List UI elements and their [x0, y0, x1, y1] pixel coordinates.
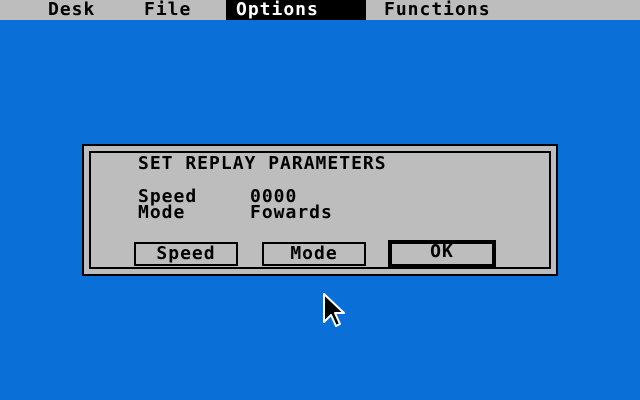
mode-value: Fowards: [250, 202, 333, 223]
mouse-pointer-icon: [323, 293, 345, 327]
dialog-title: SET REPLAY PARAMETERS: [138, 153, 387, 174]
menu-file[interactable]: File: [144, 0, 191, 20]
menu-functions[interactable]: Functions: [384, 0, 491, 20]
menu-desk[interactable]: Desk: [48, 0, 95, 20]
ok-button[interactable]: OK: [388, 240, 496, 268]
mode-button[interactable]: Mode: [262, 242, 366, 266]
menu-bar: Desk File Options Functions: [0, 0, 640, 20]
mode-label: Mode: [138, 202, 186, 223]
menu-options[interactable]: Options: [226, 0, 366, 20]
speed-button[interactable]: Speed: [134, 242, 238, 266]
replay-parameters-dialog: SET REPLAY PARAMETERS Speed 0000 Mode Fo…: [82, 144, 558, 276]
